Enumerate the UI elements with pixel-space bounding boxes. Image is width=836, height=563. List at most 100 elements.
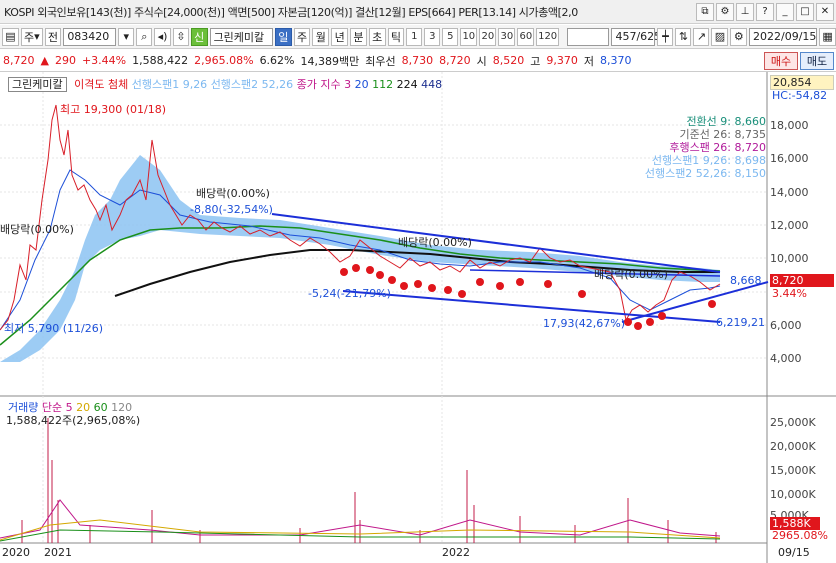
period-week[interactable]: 주	[293, 27, 311, 46]
legend-item: 20	[354, 78, 369, 91]
price-axis-label: 18,000	[770, 119, 809, 132]
compare-icon[interactable]: ▨	[711, 27, 729, 46]
dividend-annotation: 배당락(0.00%)	[594, 268, 668, 281]
volume-axis-label: 20,000K	[770, 440, 816, 453]
volume-ratio: 2,965.08%	[194, 54, 254, 67]
minute-3[interactable]: 3	[424, 27, 441, 46]
volume-axis-label: 10,000K	[770, 488, 816, 501]
legend-item: 112	[372, 78, 394, 91]
minute-20[interactable]: 20	[479, 27, 497, 46]
prev-next-icon[interactable]: ⇳	[172, 27, 189, 46]
low-annotation: 최저 5,790 (11/26)	[4, 322, 104, 335]
trendline-label: -8,80(-32,54%)	[190, 203, 273, 216]
period-month[interactable]: 월	[312, 27, 330, 46]
current-price: 8,720	[3, 54, 35, 67]
period-day[interactable]: 일	[274, 27, 292, 46]
trendline-label: 17,93(42,67%)	[543, 317, 626, 330]
volume-value: 1,588,422	[132, 54, 189, 67]
chart-settings-icon[interactable]: ⚙	[730, 27, 748, 46]
restore-icon[interactable]: ⧉	[696, 2, 714, 21]
up-arrow-icon: ▲	[40, 54, 49, 67]
minimize-icon[interactable]: _	[776, 2, 794, 21]
chart-toolbar: ▤ 주 ▾ 전 083420 ▾ ⌕ ◂) ⇳ 신 그린케미칼 일 주 월 년 분…	[0, 25, 836, 49]
trade-amount: 14,389백만	[300, 54, 360, 68]
code-dropdown-icon[interactable]: ▾	[118, 27, 135, 46]
legend-item: 224	[396, 78, 418, 91]
pin-icon[interactable]: ⊥	[736, 2, 754, 21]
buy-button[interactable]: 매수	[764, 51, 798, 70]
chart-window: KOSPI 외국인보유[143(천)] 주식수[24,000(천)] 액면[50…	[0, 0, 836, 563]
legend-item: 이격도 첨체	[74, 78, 129, 91]
current-price-tag: 8,720	[770, 274, 834, 287]
chart-legend: 그린케미칼 이격도 첨체 선행스팬1 9,26 선행스팬2 52,26 종가 지…	[8, 76, 442, 92]
market-label: 주	[23, 30, 35, 44]
high-label: 고	[530, 54, 541, 68]
volume-value-label: 1,588,422주(2,965,08%)	[6, 414, 141, 427]
turnover-ratio: 6.62%	[259, 54, 295, 67]
new-listing-tag: 신	[190, 27, 208, 46]
sell-button[interactable]: 매도	[800, 51, 834, 70]
minute-1[interactable]: 1	[406, 27, 423, 46]
volume-axis-label: 15,000K	[770, 464, 816, 477]
price-axis-label: 6,000	[770, 319, 802, 332]
period-tick[interactable]: 틱	[387, 27, 405, 46]
dividend-annotation: 배당락(0.00%)	[398, 236, 472, 249]
menu-icon[interactable]: ▤	[2, 27, 19, 46]
open-price: 8,520	[492, 54, 525, 67]
indicator-span2: 선행스팬2 52,26: 8,150	[644, 167, 766, 180]
chart-type-icon[interactable]: ⇅	[675, 27, 692, 46]
trend-icon[interactable]: ↗	[693, 27, 710, 46]
period-second[interactable]: 초	[368, 27, 386, 46]
period-year[interactable]: 년	[331, 27, 348, 46]
legend-item: 선행스팬1 9,26	[131, 78, 208, 91]
period-minute[interactable]: 분	[350, 27, 367, 46]
legend-stock-name[interactable]: 그린케미칼	[8, 77, 67, 92]
candle-icon[interactable]: ┿	[657, 27, 674, 46]
x-axis-label: 2022	[442, 546, 470, 559]
search-icon[interactable]: ⌕	[136, 27, 153, 46]
volume-axis-label: 25,000K	[770, 416, 816, 429]
bar-counter: 457/625	[611, 27, 661, 46]
current-pct-tag: 3.44%	[772, 287, 807, 300]
minute-60[interactable]: 60	[517, 27, 535, 46]
calendar-icon[interactable]: ▦	[819, 27, 836, 46]
price-axis-label: 10,000	[770, 252, 809, 265]
quote-bar: 8,720 ▲ 290 +3.44% 1,588,422 2,965.08% 6…	[0, 50, 836, 72]
legend-item: 종가 지수 3	[296, 78, 352, 91]
count-input[interactable]	[566, 27, 610, 46]
stock-name-field[interactable]: 그린케미칼	[209, 27, 273, 46]
help-icon[interactable]: ?	[756, 2, 774, 21]
settings-icon[interactable]: ⚙	[716, 2, 734, 21]
trendline-label: -5,24(-21,79%)	[308, 287, 391, 300]
full-button[interactable]: 전	[44, 27, 62, 46]
maximize-icon[interactable]: □	[796, 2, 814, 21]
minute-120[interactable]: 120	[536, 27, 559, 46]
minute-10[interactable]: 10	[460, 27, 478, 46]
best-bid: 8,720	[439, 54, 471, 67]
price-change: 290	[54, 54, 76, 67]
stock-code-input[interactable]: 083420	[63, 27, 117, 46]
volume-pct-tag: 2965.08%	[772, 529, 828, 542]
x-axis-label: 2021	[44, 546, 72, 559]
x-axis-label: 09/15	[778, 546, 810, 559]
minute-30[interactable]: 30	[498, 27, 516, 46]
price-axis-label: 4,000	[770, 352, 802, 365]
trendline-label: 8,668	[730, 274, 762, 287]
x-axis-label: 2020	[2, 546, 30, 559]
minute-5[interactable]: 5	[442, 27, 459, 46]
stock-info-text: KOSPI 외국인보유[143(천)] 주식수[24,000(천)] 액면[50…	[4, 5, 578, 19]
open-label: 시	[476, 54, 487, 68]
low-price: 8,370	[600, 54, 632, 67]
best-ask: 8,730	[401, 54, 434, 67]
hc-tag: HC:-54,82	[772, 89, 828, 102]
market-select[interactable]: 주 ▾	[21, 27, 43, 46]
price-axis-label: 14,000	[770, 186, 809, 199]
close-icon[interactable]: ✕	[816, 2, 834, 21]
date-input[interactable]: 2022/09/15	[749, 27, 818, 46]
price-axis-label: 16,000	[770, 152, 809, 165]
trendline-label: 6,219,21	[716, 316, 765, 329]
legend-item: 선행스팬2 52,26	[210, 78, 294, 91]
high-price: 9,370	[546, 54, 578, 67]
speaker-icon[interactable]: ◂)	[154, 27, 171, 46]
high-annotation: 최고 19,300 (01/18)	[60, 103, 167, 116]
